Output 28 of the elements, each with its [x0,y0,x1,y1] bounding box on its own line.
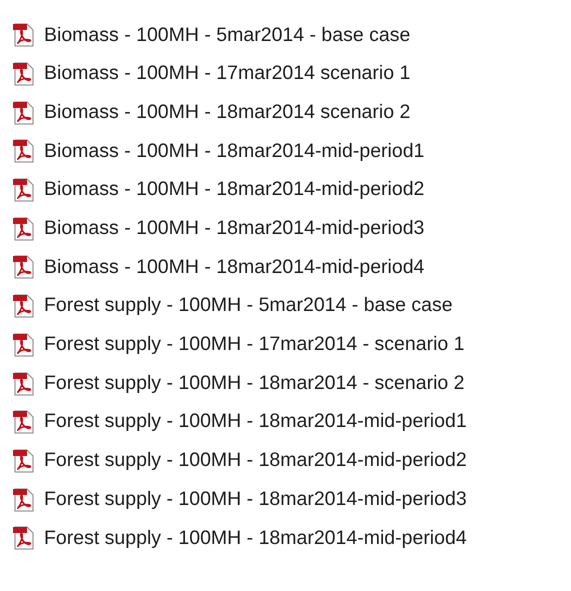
file-name[interactable]: Biomass - 100MH - 18mar2014-mid-period4 [44,258,424,278]
pdf-file-icon [12,100,36,125]
file-name[interactable]: Forest supply - 100MH - 18mar2014-mid-period1 [44,412,467,432]
file-name[interactable]: Forest supply - 100MH - 5mar2014 - base case [44,296,453,316]
file-name[interactable]: Biomass - 100MH - 17mar2014 scenario 1 [44,64,410,84]
pdf-file-icon [12,332,36,357]
pdf-file-icon [12,488,36,512]
pdf-file-icon [12,448,36,473]
pdf-file-icon [12,372,36,396]
pdf-file-icon [12,526,36,550]
pdf-file-icon [12,62,36,86]
pdf-file-icon [12,410,36,434]
pdf-file-icon [12,178,36,202]
file-name[interactable]: Biomass - 100MH - 18mar2014 scenario 2 [44,102,410,122]
file-name[interactable]: Forest supply - 100MH - 17mar2014 - scenario 1 [44,335,465,355]
file-name[interactable]: Biomass - 100MH - 18mar2014-mid-period2 [44,180,424,200]
pdf-file-icon [12,294,36,318]
file-name[interactable]: Biomass - 100MH - 18mar2014-mid-period1 [44,142,424,162]
file-name[interactable]: Forest supply - 100MH - 18mar2014-mid-period2 [44,451,467,471]
file-name[interactable]: Forest supply - 100MH - 18mar2014 - scenario 2 [44,374,465,394]
file-name[interactable]: Forest supply - 100MH - 18mar2014-mid-period3 [44,490,467,510]
pdf-file-icon [12,216,36,241]
file-name[interactable]: Biomass - 100MH - 5mar2014 - base case [44,26,410,46]
file-name[interactable]: Biomass - 100MH - 18mar2014-mid-period3 [44,219,424,239]
file-name[interactable]: Forest supply - 100MH - 18mar2014-mid-period4 [44,528,467,548]
pdf-file-icon [12,255,36,280]
pdf-file-icon [12,23,36,48]
pdf-file-icon [12,139,36,164]
